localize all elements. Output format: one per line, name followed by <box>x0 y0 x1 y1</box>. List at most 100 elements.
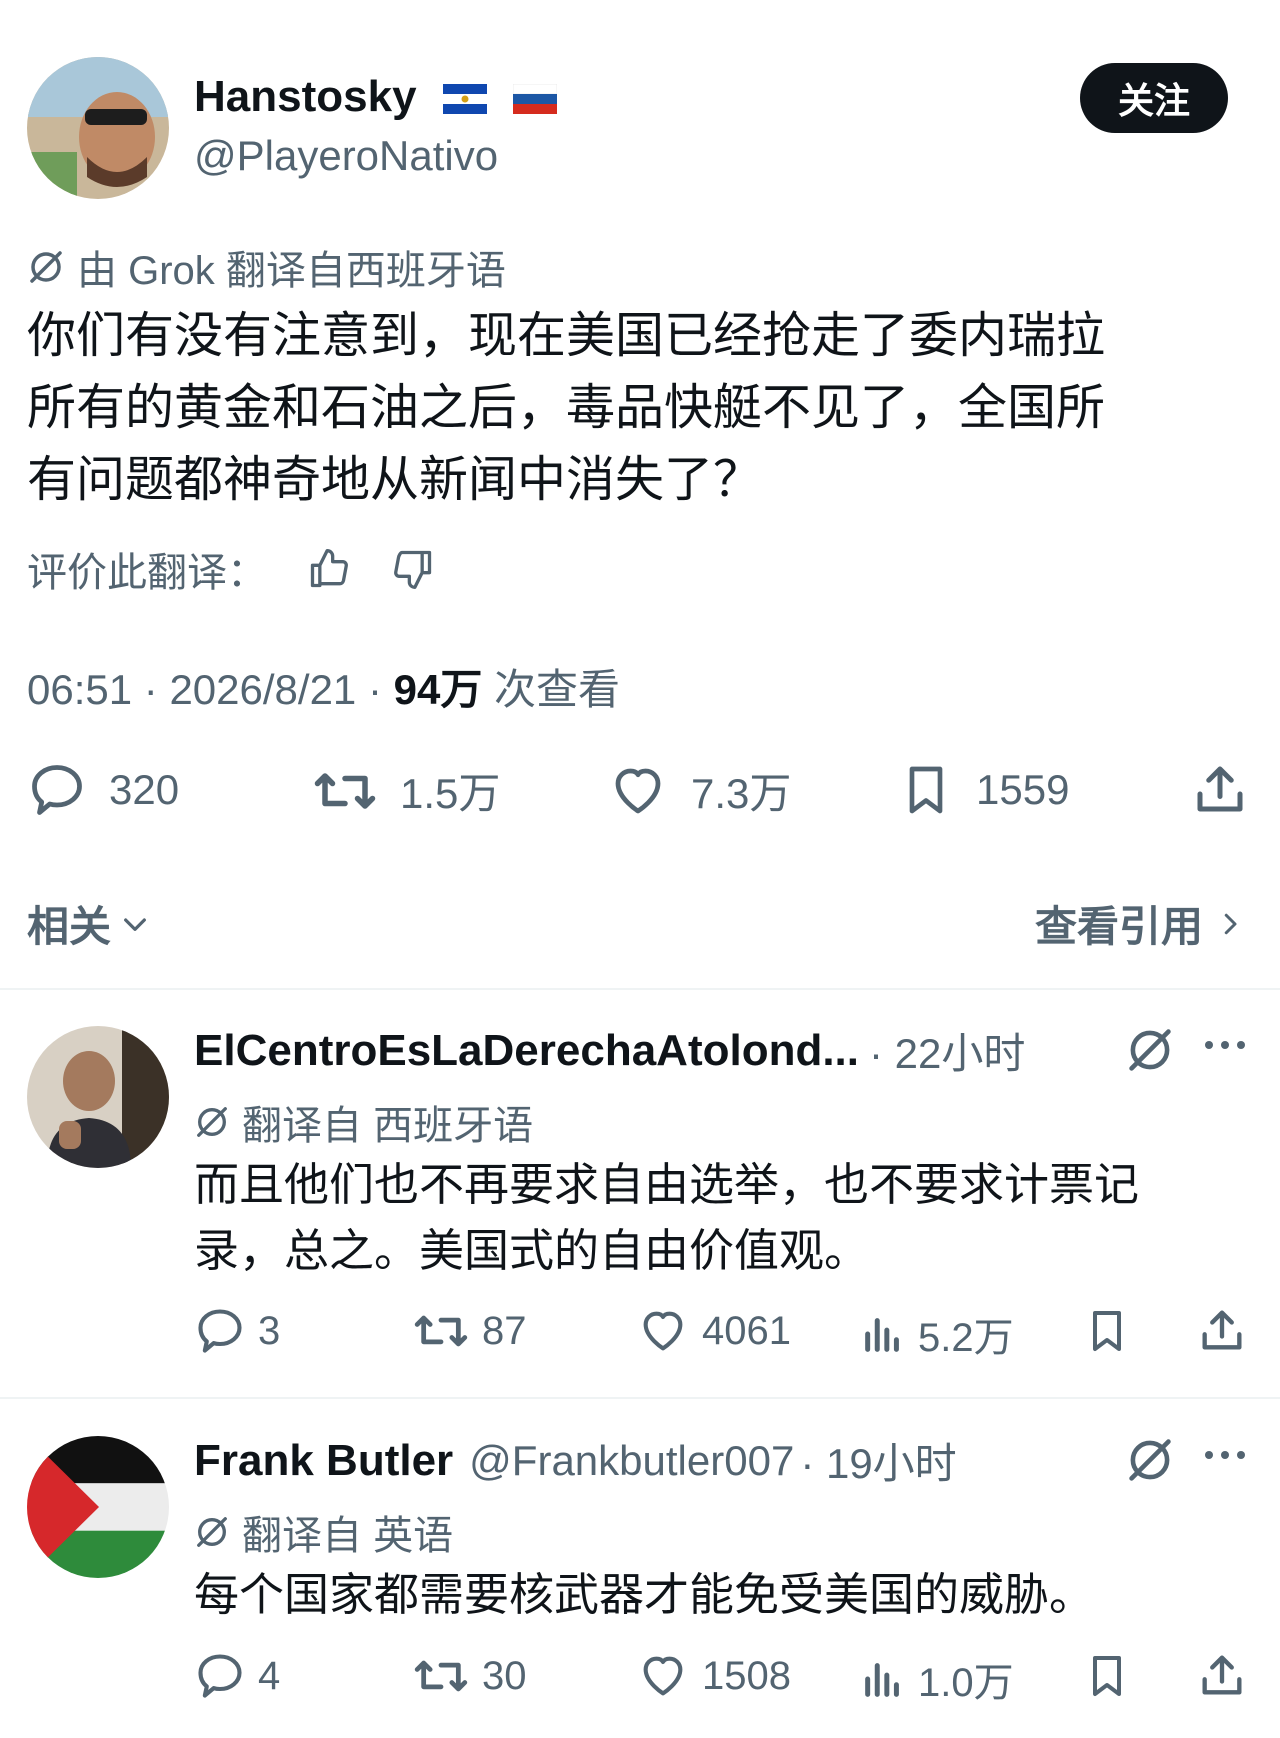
repost-icon <box>414 1660 468 1692</box>
reply-count: 320 <box>109 766 180 813</box>
author-handle[interactable]: @PlayeroNativo <box>194 132 498 180</box>
views-label: 次查看 <box>494 666 621 713</box>
post-time[interactable]: 06:51 <box>27 666 132 713</box>
translate-notice-text: 由 Grok 翻译自西班牙语 <box>77 249 506 293</box>
rate-translation: 评价此翻译： <box>27 540 435 598</box>
reply-repost-count: 87 <box>482 1308 527 1353</box>
reply-share-action[interactable] <box>1196 1303 1248 1362</box>
bookmark-count: 1559 <box>976 766 1070 813</box>
bookmark-icon <box>1093 1656 1121 1696</box>
repost-count: 1.5万 <box>400 770 501 817</box>
heart-icon <box>643 1656 683 1696</box>
related-toggle[interactable]: 相关 <box>27 893 151 954</box>
reply-author-name[interactable]: ElCentroEsLaDerechaAtolond... <box>194 1026 859 1076</box>
flag-russia-icon <box>513 84 558 115</box>
heart-icon <box>615 768 661 813</box>
grok-button[interactable] <box>1125 1435 1175 1490</box>
reply-author-handle[interactable]: @Frankbutler007 <box>469 1437 794 1485</box>
like-count: 7.3万 <box>691 770 792 817</box>
post-body-line: 你们有没有注意到，现在美国已经抢走了委内瑞拉 <box>27 309 1106 363</box>
reply-time[interactable]: · 19小时 <box>800 1430 956 1491</box>
thumbs-down-icon[interactable] <box>391 547 435 591</box>
reply-translate-notice[interactable]: 翻译自 英语 <box>194 1503 453 1561</box>
flag-el-salvador-icon <box>442 84 487 115</box>
more-icon <box>1205 1041 1245 1049</box>
reply-like-count: 4061 <box>702 1308 791 1353</box>
reply-views-action[interactable]: 5.2万 <box>860 1305 1014 1363</box>
reply-translate-notice[interactable]: 翻译自 西班牙语 <box>194 1093 533 1151</box>
thumbs-up-icon[interactable] <box>307 547 351 591</box>
meta-separator: · <box>143 666 170 713</box>
grok-icon <box>30 251 62 283</box>
section-divider <box>0 988 1280 990</box>
reply-translate-text: 翻译自 英语 <box>242 1514 454 1558</box>
comment-icon <box>198 1654 242 1698</box>
reply-body-line: 录，总之。美国式的自由价值观。 <box>194 1225 870 1276</box>
analytics-icon <box>865 1318 899 1352</box>
grok-icon <box>1129 1439 1171 1481</box>
bookmark-icon <box>1093 1311 1121 1351</box>
post-date[interactable]: 2026/8/21 <box>169 666 356 713</box>
author-name[interactable]: Hanstosky <box>194 72 558 122</box>
translate-notice[interactable]: 由 Grok 翻译自西班牙语 <box>27 238 506 296</box>
reply-views-count: 1.0万 <box>918 1661 1014 1705</box>
reply-repost-action[interactable]: 87 <box>412 1305 527 1357</box>
follow-button[interactable]: 关注 <box>1080 63 1228 133</box>
reply-avatar[interactable] <box>27 1026 169 1168</box>
bookmark-icon <box>909 766 943 814</box>
repost-icon <box>314 772 376 809</box>
grok-icon <box>1129 1029 1171 1071</box>
reply-comment-count: 4 <box>258 1653 281 1698</box>
reply-avatar[interactable] <box>27 1436 169 1578</box>
post-body: 你们有没有注意到，现在美国已经抢走了委内瑞拉 所有的黄金和石油之后，毒品快艇不见… <box>27 300 1257 516</box>
reply-header: ElCentroEsLaDerechaAtolond... · 22小时 <box>194 1020 1025 1081</box>
related-label: 相关 <box>27 903 112 950</box>
bookmark-action[interactable]: 1559 <box>898 760 1069 820</box>
reply-share-action[interactable] <box>1196 1648 1248 1707</box>
reply-like-action[interactable]: 4061 <box>636 1305 791 1357</box>
reply-bookmark-action[interactable] <box>1083 1305 1131 1362</box>
repost-icon <box>414 1315 468 1347</box>
post-body-line: 有问题都神奇地从新闻中消失了？ <box>27 453 763 507</box>
grok-icon <box>197 1107 227 1137</box>
analytics-icon <box>865 1663 899 1697</box>
grok-button[interactable] <box>1125 1025 1175 1080</box>
reply-comment-action[interactable]: 4 <box>194 1650 280 1702</box>
reply-body: 每个国家都需要核武器才能免受美国的威胁。 <box>194 1562 1254 1628</box>
chevron-right-icon <box>1224 913 1237 934</box>
views-count[interactable]: 94万 <box>394 666 483 713</box>
view-quotes-link[interactable]: 查看引用 <box>1035 893 1245 954</box>
comment-icon <box>198 1309 242 1353</box>
reply-divider <box>0 1397 1280 1399</box>
reply-repost-count: 30 <box>482 1653 527 1698</box>
reply-repost-action[interactable]: 30 <box>412 1650 527 1702</box>
reply-header: Frank Butler @Frankbutler007 · 19小时 <box>194 1430 957 1491</box>
share-icon <box>1197 766 1243 812</box>
view-quotes-label: 查看引用 <box>1035 903 1204 950</box>
reply-like-count: 1508 <box>702 1653 791 1698</box>
reply-bookmark-action[interactable] <box>1083 1650 1131 1707</box>
reply-like-action[interactable]: 1508 <box>636 1650 791 1702</box>
reply-body: 而且他们也不再要求自由选举，也不要求计票记 录，总之。美国式的自由价值观。 <box>194 1152 1254 1284</box>
comment-icon <box>32 765 82 815</box>
reply-views-action[interactable]: 1.0万 <box>860 1650 1014 1708</box>
author-avatar[interactable] <box>27 57 169 199</box>
more-icon <box>1205 1451 1245 1459</box>
reply-body-line: 而且他们也不再要求自由选举，也不要求计票记 <box>194 1159 1140 1210</box>
reply-action[interactable]: 320 <box>27 760 179 820</box>
more-options-button[interactable] <box>1203 1035 1247 1060</box>
repost-action[interactable]: 1.5万 <box>312 760 500 821</box>
share-icon <box>1202 1655 1242 1695</box>
author-display-name[interactable]: Hanstosky <box>194 72 417 121</box>
share-action[interactable] <box>1190 758 1250 825</box>
grok-icon <box>197 1517 227 1547</box>
more-options-button[interactable] <box>1203 1445 1247 1470</box>
heart-icon <box>643 1311 683 1351</box>
post-meta: 06:51 · 2026/8/21 · 94万 次查看 <box>27 656 620 717</box>
reply-comment-count: 3 <box>258 1308 281 1353</box>
reply-comment-action[interactable]: 3 <box>194 1305 280 1357</box>
reply-time[interactable]: · 22小时 <box>869 1020 1025 1081</box>
reply-author-name[interactable]: Frank Butler <box>194 1436 453 1486</box>
like-action[interactable]: 7.3万 <box>607 760 791 821</box>
reply-body-line: 每个国家都需要核武器才能免受美国的威胁。 <box>194 1569 1095 1620</box>
